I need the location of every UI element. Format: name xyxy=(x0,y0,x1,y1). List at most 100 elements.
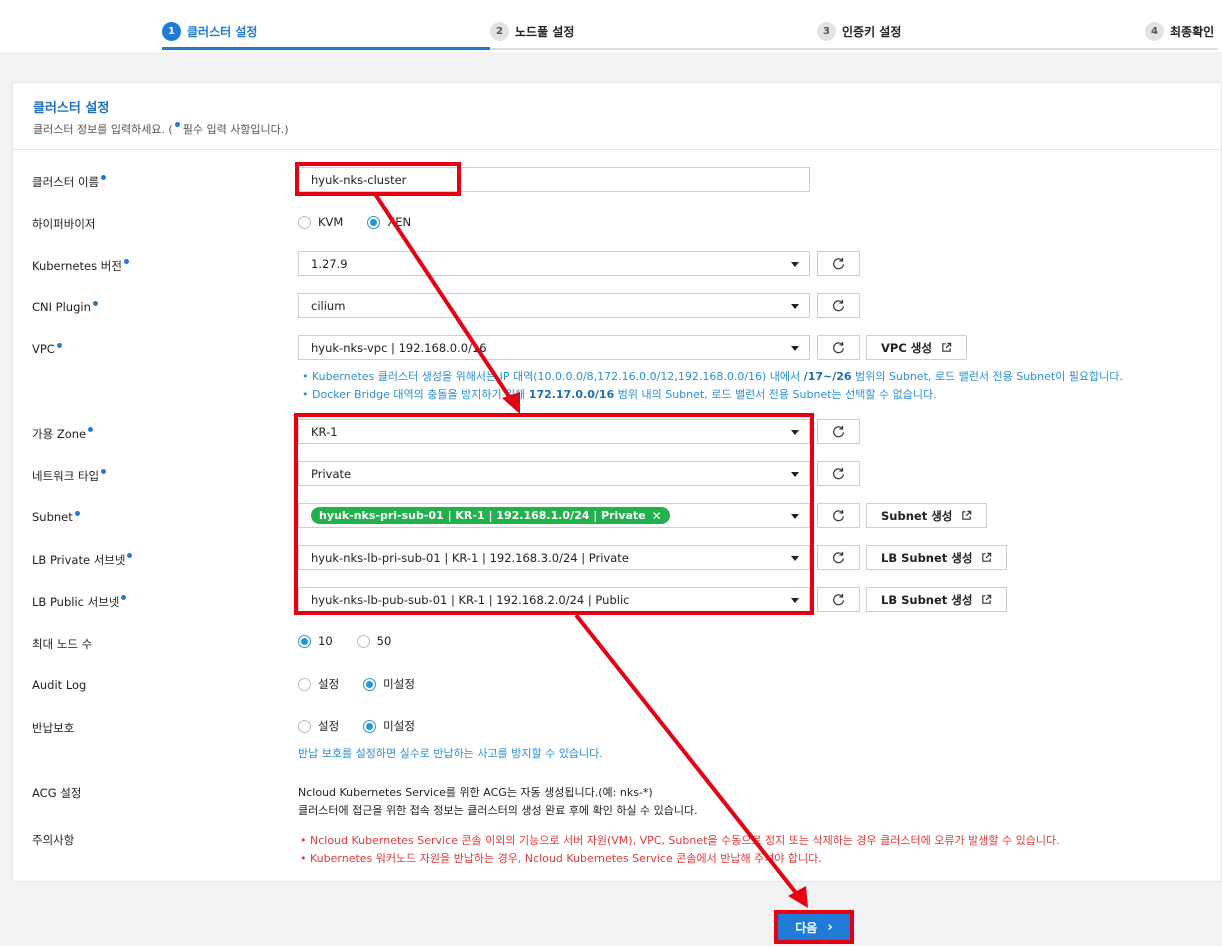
stepper-progress xyxy=(162,47,490,50)
refresh-vpc-button[interactable] xyxy=(817,335,860,360)
external-link-icon xyxy=(942,342,952,352)
chevron-right-icon: › xyxy=(827,919,833,935)
create-subnet-button[interactable]: Subnet 생성 xyxy=(866,503,988,528)
vpc-note-2: • Docker Bridge 대역의 충돌을 방지하기 위해 172.17.0… xyxy=(302,388,937,401)
caution-line-2: • Kubernetes 워커노드 자원을 반납하는 경우, Ncloud Ku… xyxy=(300,852,822,865)
refresh-icon xyxy=(833,593,844,606)
dropdown-caret-icon xyxy=(791,262,799,267)
radio-checked-icon xyxy=(363,677,377,691)
label-vpc: VPC xyxy=(32,342,62,356)
label-max-nodes: 최대 노드 수 xyxy=(32,637,93,651)
label-subnet: Subnet xyxy=(32,510,80,524)
required-dot-icon xyxy=(92,301,98,306)
card-title: 클러스터 설정 xyxy=(33,101,110,116)
radio-unchecked-icon xyxy=(298,719,311,733)
external-link-icon xyxy=(982,552,992,562)
label-caution: 주의사항 xyxy=(32,833,75,847)
refresh-zone-button[interactable] xyxy=(817,419,860,444)
create-lb-public-subnet-button[interactable]: LB Subnet 생성 xyxy=(866,587,1008,612)
vpc-note-1: • Kubernetes 클러스터 생성을 위해서는 IP 대역(10.0.0.… xyxy=(302,370,1123,383)
audit-log-option-off[interactable]: 미설정 xyxy=(363,676,415,692)
audit-log-radio-group: 설정 미설정 xyxy=(298,676,439,692)
radio-unchecked-icon xyxy=(356,634,370,648)
external-link-icon xyxy=(962,510,972,520)
vpc-select[interactable]: hyuk-nks-vpc | 192.168.0.0/16 xyxy=(298,335,810,360)
divider xyxy=(13,149,1221,150)
max-nodes-option-10[interactable]: 10 xyxy=(298,634,333,648)
label-cluster-name: 클러스터 이름 xyxy=(32,174,107,190)
required-dot-icon xyxy=(174,122,180,127)
step-number: 3 xyxy=(817,22,836,41)
highlight-box-network xyxy=(294,413,814,615)
refresh-k8s-version-button[interactable] xyxy=(817,251,860,276)
step-cluster-settings[interactable]: 1 클러스터 설정 xyxy=(162,22,257,41)
label-return-protection: 반납보호 xyxy=(32,721,75,735)
hypervisor-option-xen[interactable]: XEN xyxy=(367,215,411,229)
stepper: 1 클러스터 설정 2 노드풀 설정 3 인증키 설정 4 최종확인 xyxy=(0,0,1222,52)
radio-checked-icon xyxy=(298,634,311,648)
required-dot-icon xyxy=(101,175,107,180)
step-number: 1 xyxy=(162,22,181,41)
step-number: 4 xyxy=(1145,22,1164,41)
refresh-network-type-button[interactable] xyxy=(817,461,860,486)
required-dot-icon xyxy=(123,259,129,264)
dropdown-caret-icon xyxy=(791,304,799,309)
label-cni-plugin: CNI Plugin xyxy=(32,300,98,314)
label-audit-log: Audit Log xyxy=(32,678,87,692)
return-protection-note: 반납 보호를 설정하면 실수로 반납하는 사고를 방지할 수 있습니다. xyxy=(298,747,603,760)
refresh-icon xyxy=(833,257,844,270)
cni-plugin-select[interactable]: cilium xyxy=(298,293,810,318)
required-dot-icon xyxy=(74,511,80,516)
max-nodes-radio-group: 10 50 xyxy=(298,634,415,648)
required-dot-icon xyxy=(56,343,62,348)
radio-unchecked-icon xyxy=(298,215,311,229)
label-network-type: 네트워크 타입 xyxy=(32,468,107,484)
refresh-icon xyxy=(833,425,844,438)
hypervisor-radio-group: KVM XEN xyxy=(298,215,435,229)
refresh-lb-public-button[interactable] xyxy=(817,587,860,612)
audit-log-option-on[interactable]: 설정 xyxy=(298,676,339,692)
radio-checked-icon xyxy=(367,215,381,229)
required-dot-icon xyxy=(121,595,127,600)
label-hypervisor: 하이퍼바이저 xyxy=(32,217,96,231)
dropdown-caret-icon xyxy=(791,346,799,351)
label-lb-private-subnet: LB Private 서브넷 xyxy=(32,552,133,568)
acg-info-line-2: 클러스터에 접근을 위한 접속 정보는 클러스터의 생성 완료 후에 확인 하실… xyxy=(298,804,698,817)
required-dot-icon xyxy=(101,469,107,474)
refresh-subnet-button[interactable] xyxy=(817,503,860,528)
card-description: 클러스터 정보를 입력하세요. ( 필수 입력 사항입니다.) xyxy=(33,121,289,137)
step-label: 노드풀 설정 xyxy=(515,25,575,39)
refresh-icon xyxy=(833,509,844,522)
acg-info-line-1: Ncloud Kubernetes Service를 위한 ACG는 자동 생성… xyxy=(298,786,653,799)
next-button[interactable]: 다음 › xyxy=(774,910,854,944)
label-k8s-version: Kubernetes 버전 xyxy=(32,258,129,274)
refresh-cni-button[interactable] xyxy=(817,293,860,318)
step-auth-key-settings[interactable]: 3 인증키 설정 xyxy=(817,22,901,41)
return-protection-option-off[interactable]: 미설정 xyxy=(363,718,415,734)
refresh-lb-private-button[interactable] xyxy=(817,545,860,570)
desc-text: 필수 입력 사항입니다.) xyxy=(182,123,289,136)
external-link-icon xyxy=(982,594,992,604)
refresh-icon xyxy=(833,341,844,354)
create-lb-private-subnet-button[interactable]: LB Subnet 생성 xyxy=(866,545,1008,570)
radio-checked-icon xyxy=(363,719,377,733)
refresh-icon xyxy=(833,467,844,480)
step-number: 2 xyxy=(490,22,509,41)
label-lb-public-subnet: LB Public 서브넷 xyxy=(32,594,127,610)
label-acg: ACG 설정 xyxy=(32,786,82,800)
label-zone: 가용 Zone xyxy=(32,426,94,442)
required-dot-icon xyxy=(127,553,133,558)
step-label: 클러스터 설정 xyxy=(187,25,258,39)
max-nodes-option-50[interactable]: 50 xyxy=(356,634,391,648)
step-label: 인증키 설정 xyxy=(842,25,902,39)
step-nodepool-settings[interactable]: 2 노드풀 설정 xyxy=(490,22,574,41)
highlight-box-cluster-name xyxy=(295,162,461,196)
create-vpc-button[interactable]: VPC 생성 xyxy=(866,335,967,360)
step-final-confirm[interactable]: 4 최종확인 xyxy=(1145,22,1214,41)
return-protection-option-on[interactable]: 설정 xyxy=(298,718,339,734)
hypervisor-option-kvm[interactable]: KVM xyxy=(298,215,343,229)
caution-line-1: • Ncloud Kubernetes Service 콘솔 이외의 기능으로 … xyxy=(300,834,1060,847)
refresh-icon xyxy=(833,551,844,564)
desc-text: 클러스터 정보를 입력하세요. ( xyxy=(33,123,173,136)
k8s-version-select[interactable]: 1.27.9 xyxy=(298,251,810,276)
